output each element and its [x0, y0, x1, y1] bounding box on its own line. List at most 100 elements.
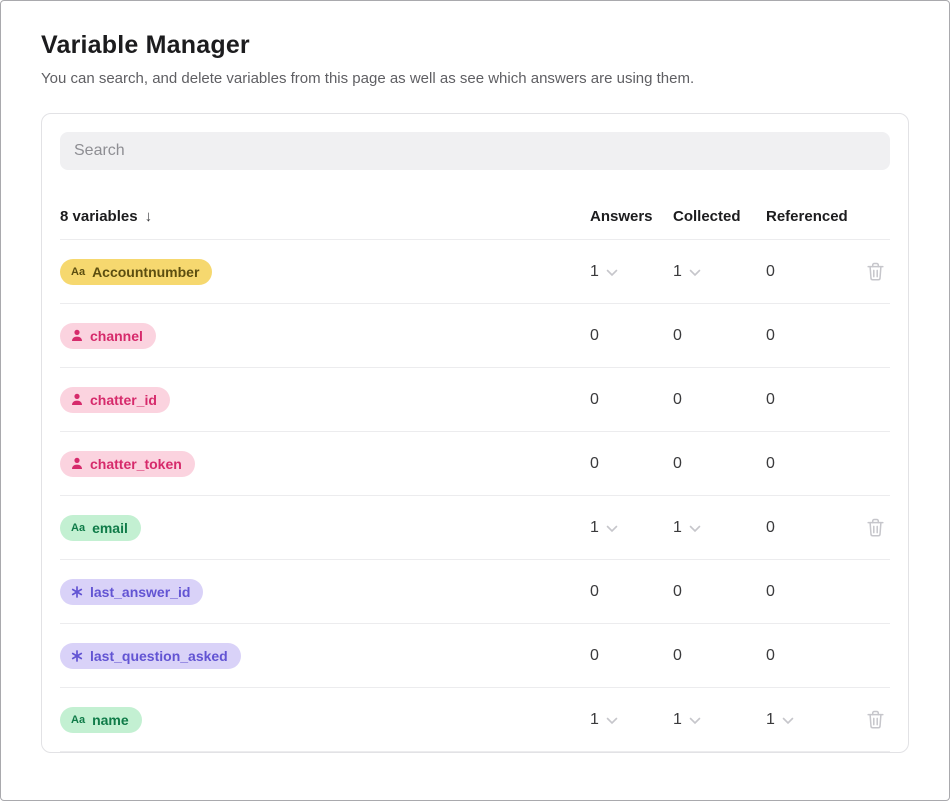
answers-cell[interactable]: 1: [590, 263, 673, 281]
variable-name-cell: AaAccountnumber: [60, 259, 590, 285]
variable-pill[interactable]: AaAccountnumber: [60, 259, 212, 285]
variable-name-cell: last_question_asked: [60, 643, 590, 669]
variable-pill[interactable]: last_answer_id: [60, 579, 203, 605]
page-title: Variable Manager: [41, 31, 909, 60]
chevron-down-icon: [606, 717, 618, 725]
asterisk-icon: [71, 650, 83, 662]
referenced-cell: 0: [766, 391, 856, 409]
column-header-referenced: Referenced: [766, 208, 856, 225]
collected-count: 1: [673, 519, 682, 537]
variable-name: email: [92, 520, 128, 536]
variable-pill[interactable]: Aaemail: [60, 515, 141, 541]
referenced-count: 0: [766, 583, 775, 601]
answers-cell[interactable]: 1: [590, 519, 673, 537]
variable-name: chatter_id: [90, 392, 157, 408]
variable-count-label: 8 variables: [60, 208, 138, 225]
referenced-cell: 0: [766, 647, 856, 665]
row-actions: [856, 518, 890, 537]
referenced-count: 0: [766, 263, 775, 281]
referenced-cell: 0: [766, 455, 856, 473]
referenced-count: 0: [766, 327, 775, 345]
answers-cell: 0: [590, 455, 673, 473]
answers-cell: 0: [590, 583, 673, 601]
table-row: last_answer_id000: [60, 560, 890, 624]
chevron-down-icon: [782, 717, 794, 725]
referenced-count: 1: [766, 711, 775, 729]
chevron-down-icon: [689, 525, 701, 533]
collected-cell[interactable]: 1: [673, 519, 766, 537]
asterisk-icon: [71, 586, 83, 598]
variable-name-cell: chatter_token: [60, 451, 590, 477]
column-header-answers: Answers: [590, 208, 673, 225]
variable-name-cell: last_answer_id: [60, 579, 590, 605]
sort-descending-icon: ↓: [145, 208, 153, 225]
trash-icon[interactable]: [867, 710, 884, 729]
trash-icon[interactable]: [867, 262, 884, 281]
collected-count: 1: [673, 711, 682, 729]
collected-cell: 0: [673, 455, 766, 473]
referenced-cell: 0: [766, 263, 856, 281]
referenced-count: 0: [766, 391, 775, 409]
search-input[interactable]: [60, 132, 890, 170]
variable-name: chatter_token: [90, 456, 182, 472]
answers-count: 0: [590, 583, 599, 601]
variable-name-cell: chatter_id: [60, 387, 590, 413]
variable-name-cell: channel: [60, 323, 590, 349]
variable-pill[interactable]: Aaname: [60, 707, 142, 733]
variable-pill[interactable]: chatter_id: [60, 387, 170, 413]
referenced-count: 0: [766, 519, 775, 537]
collected-count: 1: [673, 263, 682, 281]
row-actions: [856, 262, 890, 281]
person-icon: [71, 329, 83, 342]
collected-count: 0: [673, 647, 682, 665]
referenced-cell[interactable]: 1: [766, 711, 856, 729]
table-row: AaAccountnumber 1 1 0: [60, 240, 890, 304]
variable-pill[interactable]: last_question_asked: [60, 643, 241, 669]
referenced-cell: 0: [766, 583, 856, 601]
answers-count: 1: [590, 711, 599, 729]
answers-count: 0: [590, 327, 599, 345]
trash-icon[interactable]: [867, 518, 884, 537]
variables-card: 8 variables ↓ Answers Collected Referenc…: [41, 113, 909, 753]
chevron-down-icon: [689, 717, 701, 725]
table-row: chatter_token 0 0 0: [60, 432, 890, 496]
answers-cell[interactable]: 1: [590, 711, 673, 729]
variable-count-sort[interactable]: 8 variables ↓: [60, 208, 590, 225]
variable-name: name: [92, 712, 129, 728]
variable-name: last_question_asked: [90, 648, 228, 664]
variable-name: last_answer_id: [90, 584, 190, 600]
answers-count: 0: [590, 647, 599, 665]
answers-count: 1: [590, 263, 599, 281]
table-row: channel000: [60, 304, 890, 368]
collected-cell[interactable]: 1: [673, 711, 766, 729]
collected-cell: 0: [673, 391, 766, 409]
text-type-icon: Aa: [71, 714, 85, 726]
collected-count: 0: [673, 455, 682, 473]
answers-count: 1: [590, 519, 599, 537]
person-icon: [71, 393, 83, 406]
referenced-cell: 0: [766, 327, 856, 345]
variable-pill[interactable]: chatter_token: [60, 451, 195, 477]
chevron-down-icon: [606, 525, 618, 533]
answers-cell: 0: [590, 327, 673, 345]
referenced-count: 0: [766, 647, 775, 665]
person-icon: [71, 457, 83, 470]
referenced-cell: 0: [766, 519, 856, 537]
table-row: Aaemail 1 1 0: [60, 496, 890, 560]
variable-name-cell: Aaemail: [60, 515, 590, 541]
variable-name-cell: Aaname: [60, 707, 590, 733]
collected-cell: 0: [673, 647, 766, 665]
row-actions: [856, 710, 890, 729]
variable-pill[interactable]: channel: [60, 323, 156, 349]
table-row: last_question_asked 0 0 0: [60, 624, 890, 688]
column-header-collected: Collected: [673, 208, 766, 225]
answers-count: 0: [590, 455, 599, 473]
collected-cell[interactable]: 1: [673, 263, 766, 281]
collected-cell: 0: [673, 327, 766, 345]
collected-count: 0: [673, 391, 682, 409]
collected-cell: 0: [673, 583, 766, 601]
text-type-icon: Aa: [71, 522, 85, 534]
answers-cell: 0: [590, 647, 673, 665]
variable-manager-page: Variable Manager You can search, and del…: [1, 1, 949, 753]
chevron-down-icon: [689, 269, 701, 277]
